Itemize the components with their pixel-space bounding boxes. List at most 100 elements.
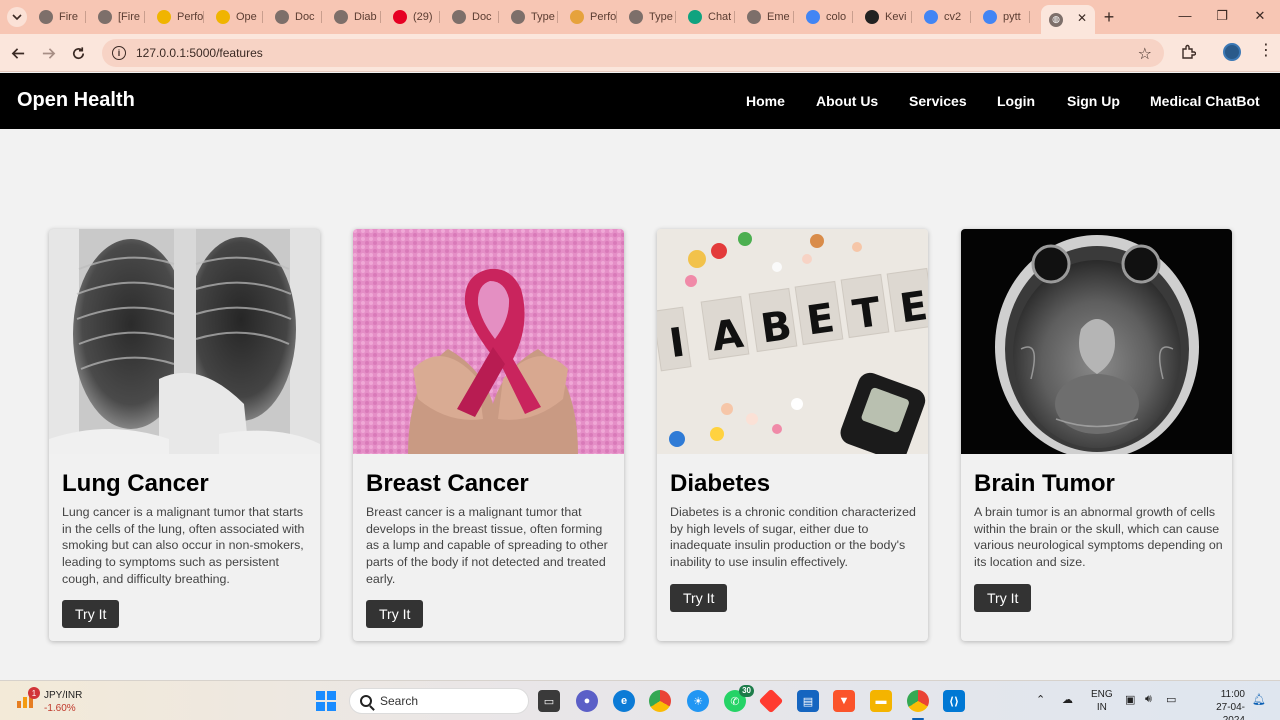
browser-tab[interactable]: colo — [798, 5, 853, 29]
browser-tab[interactable]: Perfo — [149, 5, 204, 29]
browser-tab[interactable]: [Fire — [90, 5, 145, 29]
search-placeholder: Search — [380, 694, 419, 708]
globe-icon — [275, 10, 289, 24]
edge-icon[interactable]: e — [613, 690, 635, 712]
nav-home[interactable]: Home — [746, 93, 785, 109]
new-tab-button[interactable]: + — [1100, 8, 1118, 26]
bookmark-star-icon[interactable]: ☆ — [1138, 44, 1152, 64]
windows-start-icon[interactable] — [315, 690, 337, 712]
nav-sign-up[interactable]: Sign Up — [1067, 93, 1120, 109]
arrow-right-icon — [42, 47, 55, 59]
reload-icon — [72, 46, 84, 59]
language-indicator[interactable]: ENG IN — [1091, 688, 1113, 714]
globe-icon — [629, 10, 643, 24]
store-icon[interactable]: ▤ — [797, 690, 819, 712]
browser-tab[interactable]: Eme — [739, 5, 794, 29]
browser-tab[interactable]: Fire — [31, 5, 86, 29]
extensions-icon[interactable] — [1180, 44, 1196, 60]
browser-tab[interactable]: Doc — [267, 5, 322, 29]
tab-active[interactable]: ◍ ✕ — [1041, 5, 1095, 34]
browser-tab[interactable]: Type — [503, 5, 558, 29]
minimize-button[interactable]: — — [1177, 8, 1193, 23]
browser-tab[interactable]: Chat — [680, 5, 735, 29]
nav-services[interactable]: Services — [909, 93, 967, 109]
browser-tab[interactable]: Doc — [444, 5, 499, 29]
browser-toolbar: i 127.0.0.1:5000/features ☆ ⋮ — [0, 34, 1280, 72]
card-title: Breast Cancer — [366, 470, 529, 497]
try-it-button[interactable]: Try It — [366, 600, 424, 628]
search-icon — [360, 695, 372, 707]
card-description: Breast cancer is a malignant tumor that … — [366, 505, 608, 586]
currency-widget[interactable]: 1 JPY/INR -1.60% — [14, 687, 94, 715]
browser-tab[interactable]: Diab — [326, 5, 381, 29]
onedrive-icon[interactable]: ☁ — [1062, 693, 1073, 706]
browser-tab[interactable]: cv2 — [916, 5, 971, 29]
volume-icon[interactable]: 🔊︎ — [1145, 693, 1152, 706]
chest-xray-image — [49, 229, 320, 454]
browser-tab[interactable]: (29) — [385, 5, 440, 29]
task-view-icon[interactable]: ▭ — [538, 690, 560, 712]
kebab-menu-icon[interactable]: ⋮ — [1258, 43, 1274, 59]
tab-title: Kevi — [885, 11, 907, 23]
close-window-button[interactable]: ✕ — [1252, 8, 1268, 24]
diabetes-letters-image: I A B E T E — [657, 229, 928, 454]
whatsapp-icon[interactable]: ✆ 30 — [724, 685, 754, 712]
tab-title: Doc — [295, 11, 315, 23]
system-clock[interactable]: 11:00 27-04-2024 — [1195, 688, 1245, 720]
browser-tab[interactable]: Kevi — [857, 5, 912, 29]
widget-title: JPY/INR — [44, 690, 83, 701]
chrome-active-icon[interactable] — [907, 690, 929, 712]
profile-avatar[interactable] — [1223, 43, 1241, 61]
site-info-icon[interactable]: i — [112, 46, 126, 60]
browser-tab[interactable]: Type — [621, 5, 676, 29]
teams-chat-icon[interactable]: ● — [576, 690, 598, 712]
file-explorer-icon[interactable]: ▬ — [870, 690, 892, 712]
browser-tab[interactable]: Ope — [208, 5, 263, 29]
google-icon — [806, 10, 820, 24]
tab-search-button[interactable] — [7, 7, 27, 27]
try-it-button[interactable]: Try It — [974, 584, 1032, 612]
github-icon — [865, 10, 879, 24]
clock-time: 11:00 — [1220, 689, 1245, 700]
anydesk-icon[interactable] — [758, 688, 784, 714]
language-code: ENG — [1091, 689, 1113, 700]
globe-icon — [39, 10, 53, 24]
weather-app-icon[interactable]: ☀ — [687, 690, 709, 712]
globe-icon — [570, 10, 584, 24]
browser-tab[interactable]: Perfo — [562, 5, 617, 29]
card-description: Diabetes is a chronic condition characte… — [670, 505, 916, 570]
back-button[interactable] — [9, 44, 27, 62]
forward-button[interactable] — [39, 44, 57, 62]
vscode-icon[interactable]: ⟨⟩ — [943, 690, 965, 712]
tab-title: Ope — [236, 11, 257, 23]
network-icon[interactable]: ▣ — [1125, 693, 1135, 706]
nav-login[interactable]: Login — [997, 93, 1035, 109]
chevron-up-icon[interactable]: ⌃ — [1036, 693, 1045, 706]
site-brand[interactable]: Open Health — [17, 89, 135, 112]
brave-icon[interactable]: ▼ — [833, 690, 855, 712]
feature-card-breast-cancer: Breast Cancer Breast cancer is a maligna… — [353, 229, 624, 641]
chrome-icon[interactable] — [649, 690, 671, 712]
globe-icon: ◍ — [1049, 12, 1063, 27]
openai-icon — [688, 10, 702, 24]
close-tab-icon[interactable]: ✕ — [1077, 11, 1087, 25]
card-description: A brain tumor is an abnormal growth of c… — [974, 505, 1223, 570]
nav-medical-chatbot[interactable]: Medical ChatBot — [1150, 93, 1260, 109]
taskbar-search[interactable]: Search — [349, 688, 529, 714]
try-it-button[interactable]: Try It — [670, 584, 728, 612]
reload-button[interactable] — [69, 44, 87, 62]
url-text[interactable]: 127.0.0.1:5000/features — [136, 46, 263, 60]
svg-text:A: A — [709, 311, 746, 361]
globe-icon — [511, 10, 525, 24]
tab-title: (29) — [413, 11, 433, 23]
try-it-button[interactable]: Try It — [62, 600, 120, 628]
nav-about-us[interactable]: About Us — [816, 93, 878, 109]
browser-tab[interactable]: pytt — [975, 5, 1030, 29]
maximize-button[interactable]: ❐ — [1214, 8, 1230, 24]
address-bar[interactable]: i 127.0.0.1:5000/features ☆ — [102, 39, 1164, 67]
battery-icon[interactable]: ▭ — [1166, 693, 1176, 706]
notification-bell-icon[interactable]: 🔔︎ — [1252, 693, 1266, 706]
web-page: Open Health Home About Us Services Login… — [0, 73, 1280, 680]
tab-title: Chat — [708, 11, 732, 23]
feature-card-brain-tumor: Brain Tumor A brain tumor is an abnormal… — [961, 229, 1232, 641]
